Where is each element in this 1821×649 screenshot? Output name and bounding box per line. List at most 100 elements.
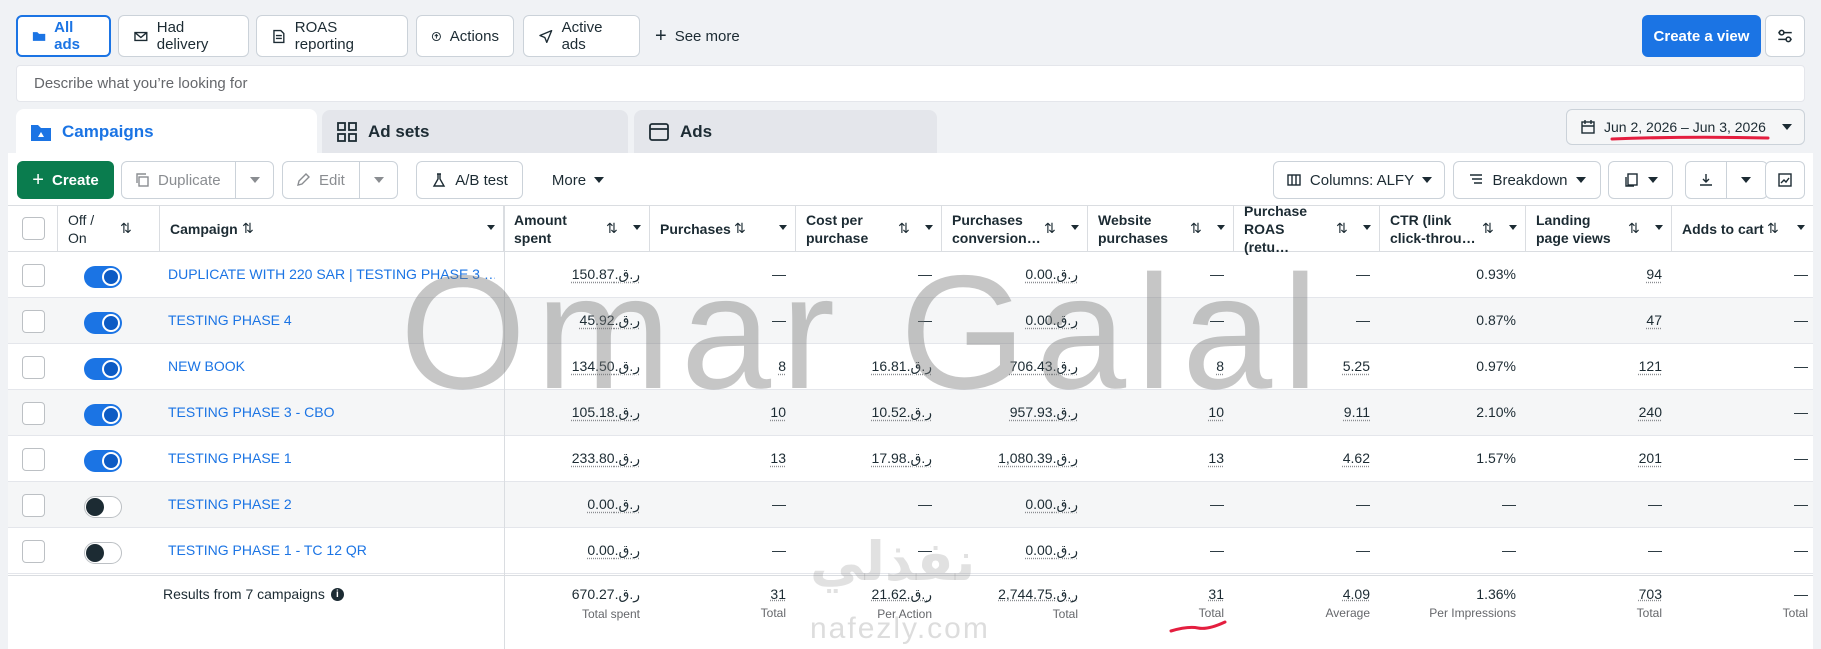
campaign-toggle[interactable] xyxy=(84,266,122,288)
cell-value[interactable]: ر.ق.134.50 xyxy=(572,358,640,375)
campaign-name-link[interactable]: NEW BOOK xyxy=(160,344,495,390)
campaign-toggle[interactable] xyxy=(84,312,122,334)
chip-actions[interactable]: Actions xyxy=(416,15,514,57)
more-button[interactable]: More xyxy=(533,161,623,199)
header-ctr[interactable]: CTR (link click-throu… ⇅ xyxy=(1380,206,1526,252)
table-row[interactable]: TESTING PHASE 4 ر.ق.45.92 — — ر.ق.0.00 — — 0.87… xyxy=(8,298,1813,344)
tab-campaigns[interactable]: Campaigns xyxy=(16,109,317,154)
cell-value[interactable]: ر.ق.10.52 xyxy=(872,404,932,421)
total-value[interactable]: 703 xyxy=(1526,576,1662,602)
campaign-toggle[interactable] xyxy=(84,450,122,472)
cell-value[interactable]: ر.ق.0.00 xyxy=(1025,312,1078,329)
cell-value[interactable]: 8 xyxy=(1216,358,1224,374)
header-landing-page-views[interactable]: Landing page views ⇅ xyxy=(1526,206,1672,252)
row-checkbox[interactable] xyxy=(22,494,45,517)
chevron-down-icon[interactable] xyxy=(1655,225,1663,230)
sort-icon[interactable]: ⇅ xyxy=(898,220,910,237)
cell-value[interactable]: 4.62 xyxy=(1343,450,1370,466)
campaign-name-link[interactable]: TESTING PHASE 1 - TC 12 QR xyxy=(160,528,495,574)
campaign-name-link[interactable]: TESTING PHASE 4 xyxy=(160,298,495,344)
cell-value[interactable]: ر.ق.17.98 xyxy=(872,450,932,467)
cell-value[interactable]: ر.ق.0.00 xyxy=(1025,496,1078,513)
cell-value[interactable]: ر.ق.0.00 xyxy=(1025,542,1078,559)
header-amount-spent[interactable]: Amount spent ⇅ xyxy=(504,206,650,252)
columns-button[interactable]: Columns: ALFY xyxy=(1273,161,1445,199)
chevron-down-icon[interactable] xyxy=(1509,225,1517,230)
tab-ad-sets[interactable]: Ad sets xyxy=(322,110,628,154)
sort-icon[interactable]: ⇅ xyxy=(734,220,746,237)
cell-value[interactable]: ر.ق.150.87 xyxy=(572,266,640,283)
table-row[interactable]: TESTING PHASE 1 ر.ق.233.80 13 ر.ق.17.98 ر.ق.… xyxy=(8,436,1813,482)
campaign-toggle[interactable] xyxy=(84,358,122,380)
sort-icon[interactable]: ⇅ xyxy=(120,220,132,237)
sort-icon[interactable]: ⇅ xyxy=(1336,220,1348,237)
search-input[interactable] xyxy=(34,75,1804,92)
header-adds-to-cart[interactable]: Adds to cart ⇅ xyxy=(1672,206,1813,252)
ab-test-button[interactable]: A/B test xyxy=(416,161,523,199)
chip-active-ads[interactable]: Active ads xyxy=(523,15,640,57)
create-button[interactable]: + Create xyxy=(17,161,114,199)
header-campaign[interactable]: Campaign ⇅ xyxy=(160,206,504,252)
chevron-down-icon[interactable] xyxy=(1741,177,1751,183)
chip-all-ads[interactable]: All ads xyxy=(16,15,111,57)
cell-value[interactable]: 10 xyxy=(1208,404,1224,420)
chevron-down-icon[interactable] xyxy=(374,177,384,183)
cell-value[interactable]: ر.ق.105.18 xyxy=(572,404,640,421)
total-value[interactable]: 31 xyxy=(650,576,786,602)
chevron-down-icon[interactable] xyxy=(1071,225,1079,230)
campaign-toggle[interactable] xyxy=(84,542,122,564)
sort-icon[interactable]: ⇅ xyxy=(1190,220,1202,237)
cell-value[interactable]: 13 xyxy=(770,450,786,466)
cell-value[interactable]: 5.25 xyxy=(1343,358,1370,374)
campaign-name-link[interactable]: DUPLICATE WITH 220 SAR | TESTING PHASE 3… xyxy=(160,252,495,298)
cell-value[interactable]: 201 xyxy=(1639,450,1662,466)
chevron-down-icon[interactable] xyxy=(1797,225,1805,230)
total-value[interactable]: 31 xyxy=(1088,576,1224,602)
cell-value[interactable]: 121 xyxy=(1639,358,1662,374)
row-checkbox[interactable] xyxy=(22,264,45,287)
campaign-name-link[interactable]: TESTING PHASE 2 xyxy=(160,482,495,528)
chip-had-delivery[interactable]: Had delivery xyxy=(118,15,249,57)
table-row[interactable]: DUPLICATE WITH 220 SAR | TESTING PHASE 3… xyxy=(8,252,1813,298)
cell-value[interactable]: 13 xyxy=(1208,450,1224,466)
cell-value[interactable]: ر.ق.957.93 xyxy=(1010,404,1078,421)
campaign-toggle[interactable] xyxy=(84,496,122,518)
total-value[interactable]: ر.ق.2,744.75 xyxy=(942,576,1078,603)
cell-value[interactable]: ر.ق.0.00 xyxy=(1025,266,1078,283)
row-checkbox[interactable] xyxy=(22,310,45,333)
chevron-down-icon[interactable] xyxy=(1363,225,1371,230)
cell-value[interactable]: 9.11 xyxy=(1344,404,1370,420)
campaign-toggle[interactable] xyxy=(84,404,122,426)
header-purchases[interactable]: Purchases ⇅ xyxy=(650,206,796,252)
header-purchases-conversion[interactable]: Purchases conversion… ⇅ xyxy=(942,206,1088,252)
chevron-down-icon[interactable] xyxy=(925,225,933,230)
cell-value[interactable]: 94 xyxy=(1646,266,1662,282)
cell-value[interactable]: ر.ق.0.00 xyxy=(587,496,640,513)
header-onoff[interactable]: Off / On ⇅ xyxy=(58,206,160,252)
view-settings-button[interactable] xyxy=(1765,15,1805,57)
total-value[interactable]: 4.09 xyxy=(1234,576,1370,602)
cell-value[interactable]: ر.ق.0.00 xyxy=(587,542,640,559)
cell-value[interactable]: ر.ق.233.80 xyxy=(572,450,640,467)
cell-value[interactable]: 8 xyxy=(778,358,786,374)
reports-button[interactable] xyxy=(1608,161,1673,199)
row-checkbox[interactable] xyxy=(22,448,45,471)
cell-value[interactable]: 47 xyxy=(1646,312,1662,328)
header-cost-per-purchase[interactable]: Cost per purchase ⇅ xyxy=(796,206,942,252)
see-more-button[interactable]: + See more xyxy=(655,15,740,57)
row-checkbox[interactable] xyxy=(22,540,45,563)
create-view-button[interactable]: Create a view xyxy=(1642,15,1761,57)
search-bar[interactable] xyxy=(16,65,1805,102)
chevron-down-icon[interactable] xyxy=(1217,225,1225,230)
sort-icon[interactable]: ⇅ xyxy=(606,220,618,237)
campaign-name-link[interactable]: TESTING PHASE 1 xyxy=(160,436,495,482)
row-checkbox[interactable] xyxy=(22,402,45,425)
chart-button[interactable] xyxy=(1765,161,1805,199)
chevron-down-icon[interactable] xyxy=(250,177,260,183)
header-website-purchases[interactable]: Website purchases ⇅ xyxy=(1088,206,1234,252)
chip-roas-reporting[interactable]: ROAS reporting xyxy=(256,15,408,57)
campaign-name-link[interactable]: TESTING PHASE 3 - CBO xyxy=(160,390,495,436)
cell-value[interactable]: ر.ق.45.92 xyxy=(580,312,640,329)
row-checkbox[interactable] xyxy=(22,356,45,379)
table-row[interactable]: TESTING PHASE 3 - CBO ر.ق.105.18 10 ر.ق.10.… xyxy=(8,390,1813,436)
